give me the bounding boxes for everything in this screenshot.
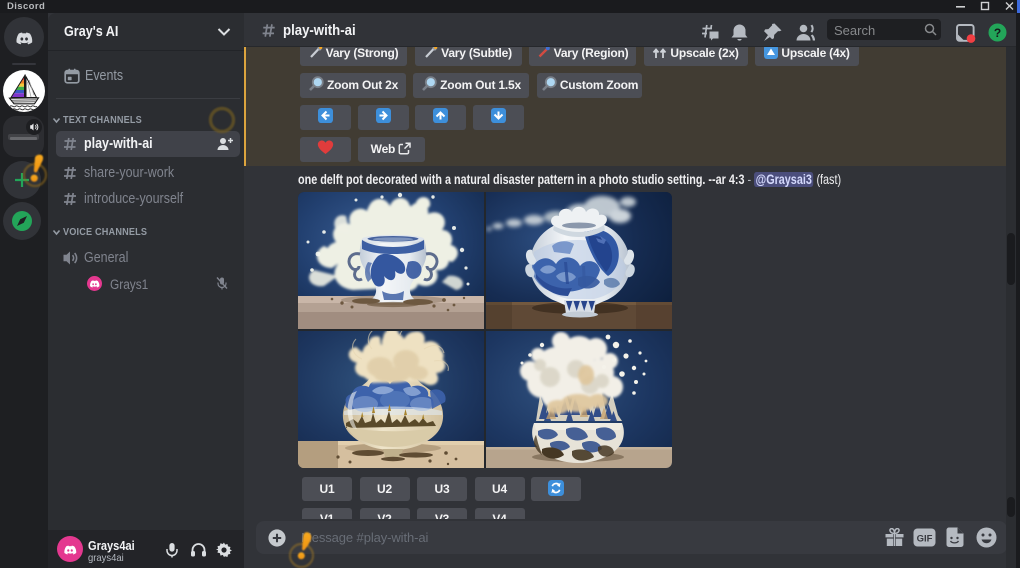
svg-text:GIF: GIF: [917, 534, 933, 545]
svg-text:?: ?: [994, 26, 1001, 40]
